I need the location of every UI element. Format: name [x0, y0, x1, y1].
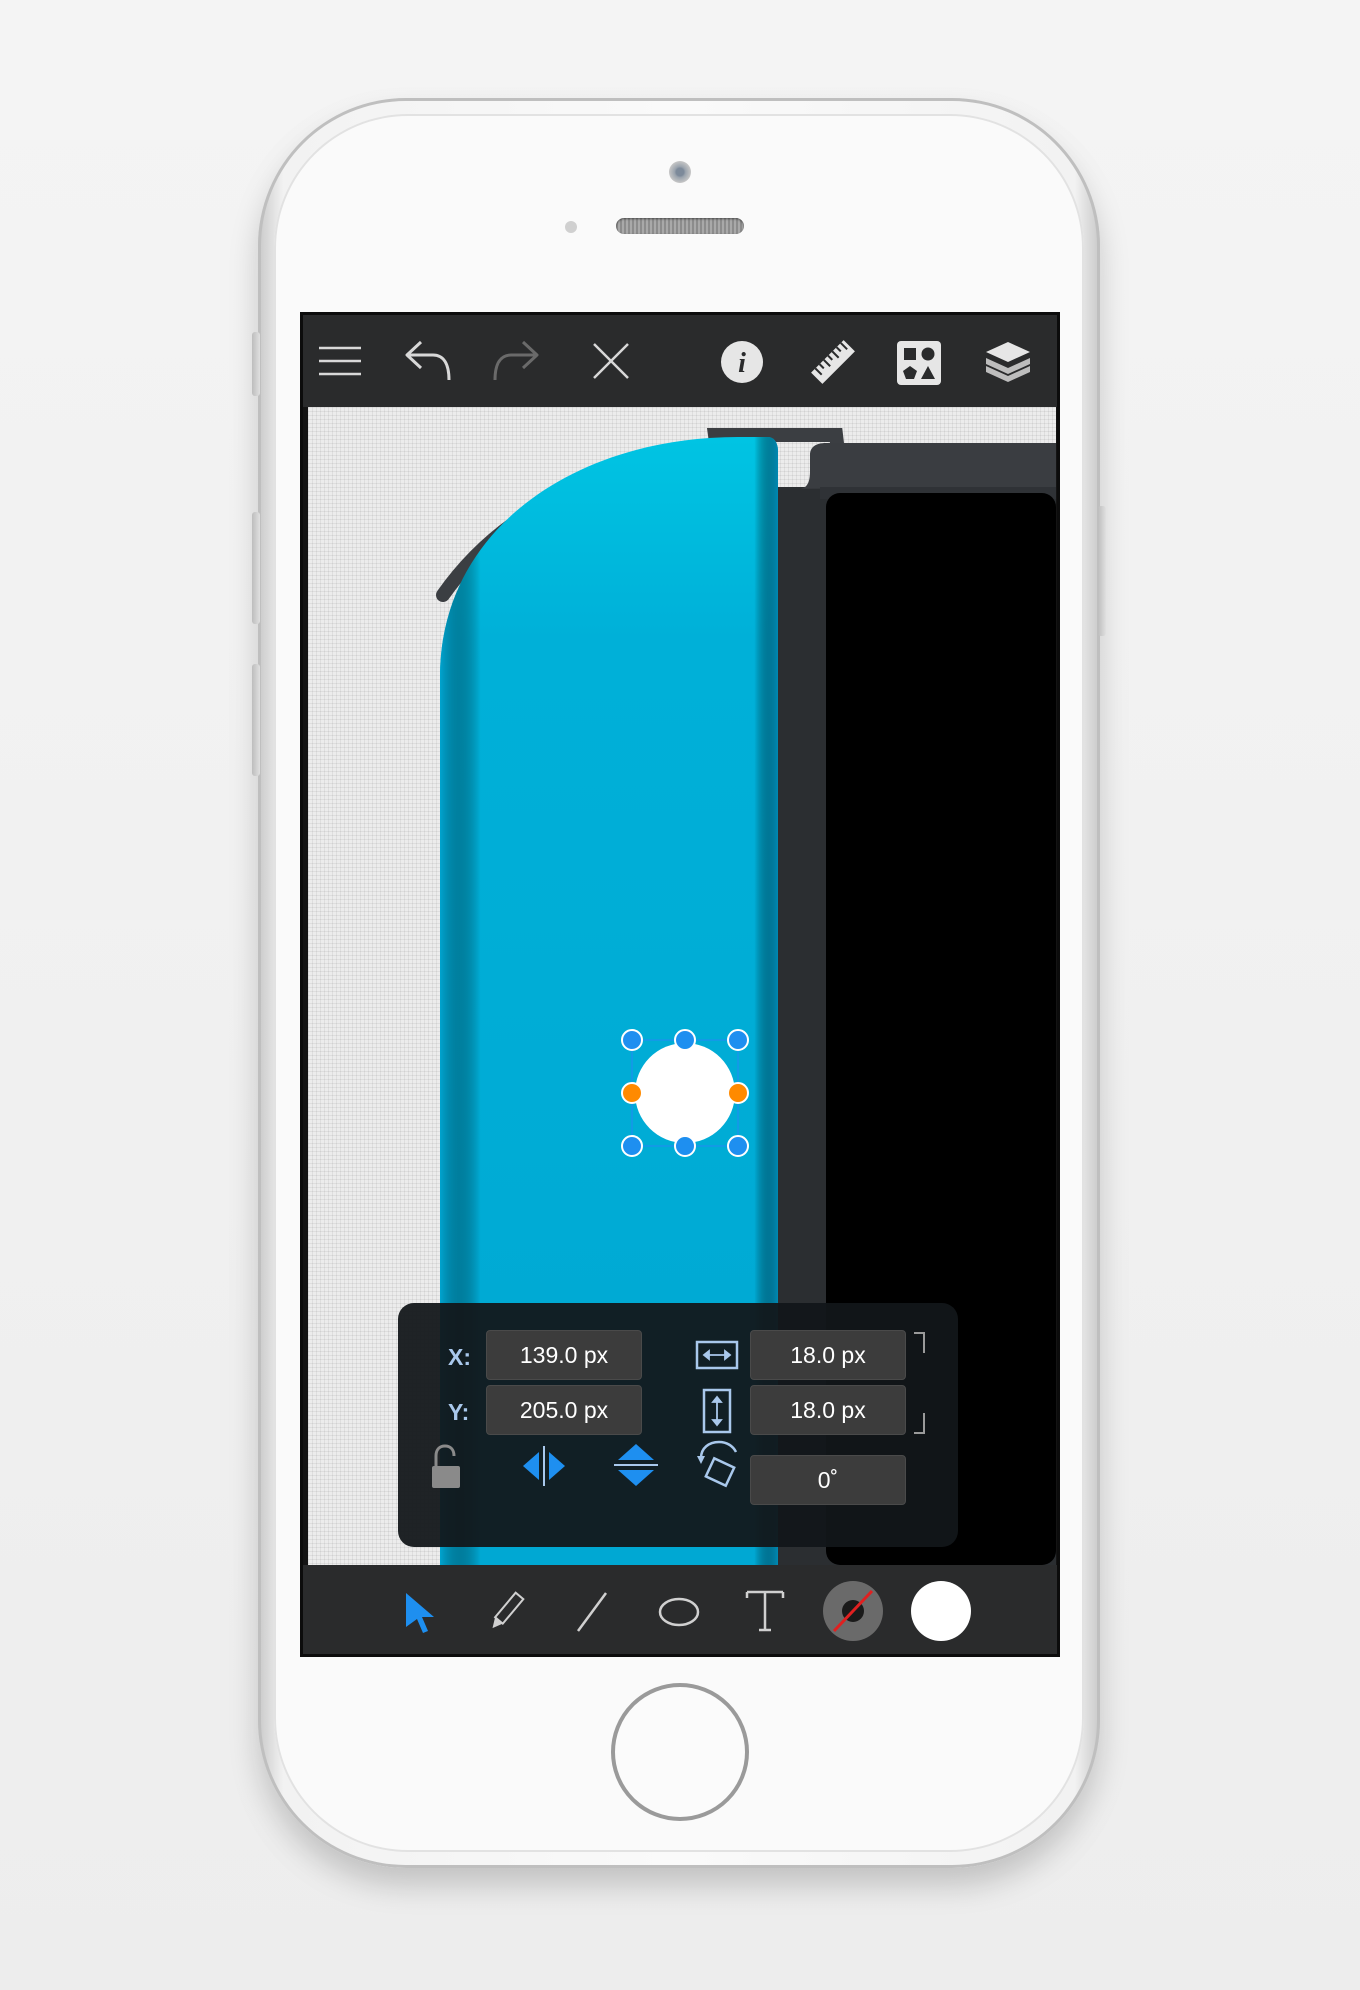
pencil-tool-icon[interactable]: [481, 1587, 531, 1637]
ruler-icon[interactable]: [808, 337, 858, 387]
select-tool-icon[interactable]: [395, 1587, 445, 1637]
y-label: Y:: [448, 1399, 470, 1425]
rotate-icon: [694, 1437, 742, 1491]
redo-icon[interactable]: [490, 335, 542, 387]
volume-down-button: [252, 664, 260, 776]
home-button[interactable]: [611, 1683, 749, 1821]
resize-handle-top: [674, 1029, 696, 1051]
selected-circle: [635, 1043, 735, 1143]
flip-vertical-icon[interactable]: [610, 1439, 662, 1491]
silent-switch: [252, 332, 260, 396]
y-position-field[interactable]: 205.0 px: [486, 1385, 642, 1435]
line-tool-icon[interactable]: [567, 1587, 617, 1637]
width-field[interactable]: 18.0 px: [750, 1330, 906, 1380]
close-icon[interactable]: [589, 339, 633, 383]
width-icon: [694, 1337, 740, 1373]
resize-handle-bottom-left: [621, 1135, 643, 1157]
front-camera: [669, 161, 691, 183]
properties-panel: X: 139.0 px Y: 205.0 px 18.0 px 18.0 px …: [398, 1303, 958, 1547]
layers-icon[interactable]: [981, 337, 1035, 389]
height-icon: [700, 1387, 734, 1435]
resize-handle-bottom-right: [727, 1135, 749, 1157]
resize-handle-top-left: [621, 1029, 643, 1051]
top-toolbar: i: [303, 315, 1057, 407]
aspect-lock-bracket-icon[interactable]: [910, 1329, 930, 1437]
svg-text:i: i: [738, 348, 746, 379]
volume-up-button: [252, 512, 260, 624]
fill-color-icon[interactable]: [909, 1579, 973, 1643]
ellipse-tool-icon[interactable]: [653, 1587, 705, 1637]
unlock-icon[interactable]: [426, 1443, 466, 1491]
proximity-sensor: [565, 221, 577, 233]
resize-handle-left: [621, 1082, 643, 1104]
x-position-field[interactable]: 139.0 px: [486, 1330, 642, 1380]
resize-handle-right: [727, 1082, 749, 1104]
earpiece-speaker: [616, 218, 744, 234]
power-button: [1098, 506, 1106, 636]
menu-icon[interactable]: [315, 337, 365, 385]
stroke-color-icon[interactable]: [821, 1579, 885, 1643]
flip-horizontal-icon[interactable]: [518, 1441, 570, 1491]
resize-handle-bottom: [674, 1135, 696, 1157]
bottom-toolbar: [303, 1565, 1057, 1654]
resize-handle-top-right: [727, 1029, 749, 1051]
info-icon[interactable]: i: [719, 339, 765, 385]
rotation-field[interactable]: 0˚: [750, 1455, 906, 1505]
height-field[interactable]: 18.0 px: [750, 1385, 906, 1435]
undo-icon[interactable]: [402, 335, 454, 387]
text-tool-icon[interactable]: [739, 1585, 791, 1637]
x-label: X:: [448, 1344, 471, 1370]
shapes-library-icon[interactable]: [895, 339, 943, 387]
